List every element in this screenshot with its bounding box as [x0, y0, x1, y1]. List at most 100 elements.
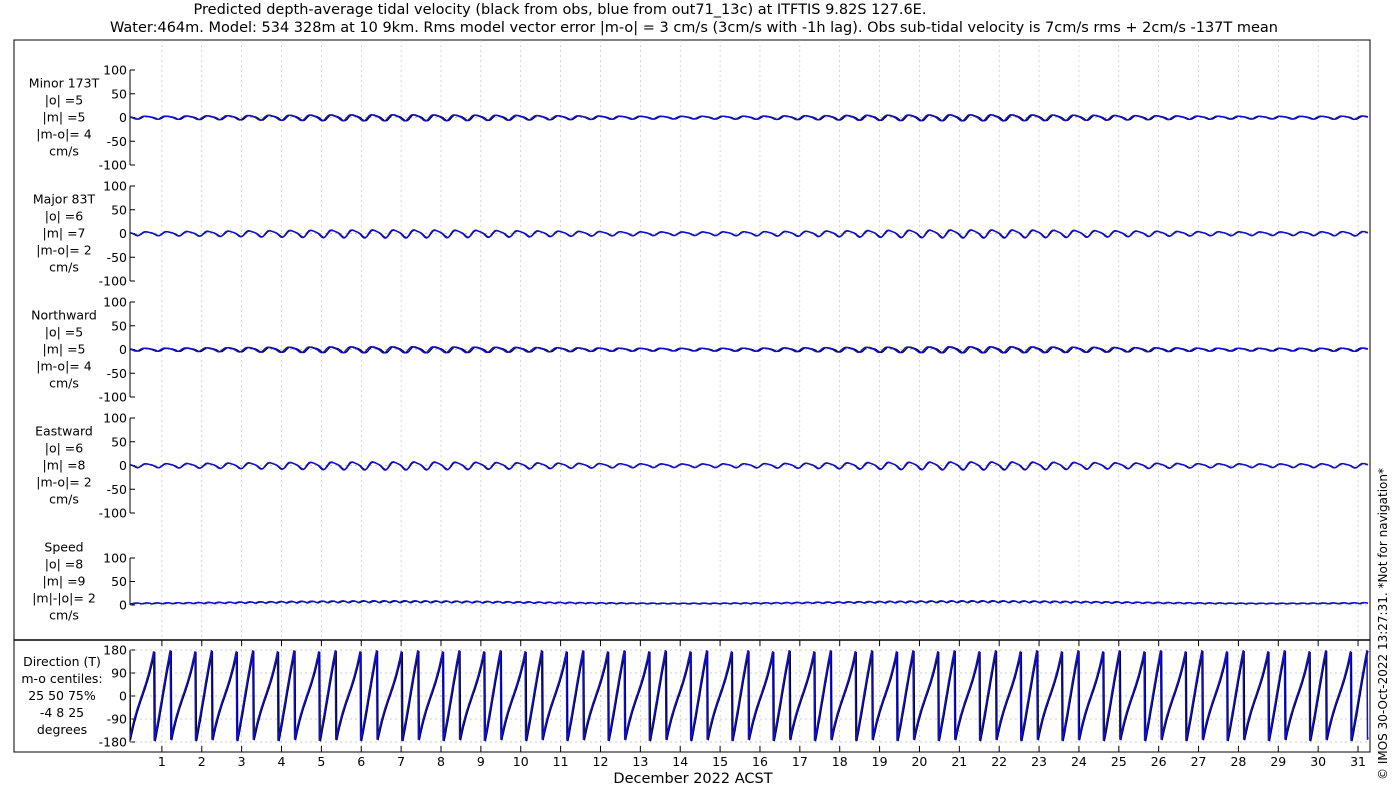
panel-label-line: cm/s [49, 260, 79, 275]
y-tick-label: 0 [119, 226, 127, 241]
series-line-model [129, 600, 1369, 605]
panel-label-line: |m-o|= 2 [36, 243, 91, 258]
panel-label-line: |o| =5 [45, 93, 83, 108]
x-tick-label: 22 [991, 754, 1007, 769]
copyright-notice: © IMOS 30-Oct-2022 13:27:31. *Not for na… [1376, 468, 1390, 780]
x-tick-label: 20 [911, 754, 927, 769]
x-tick-label: 3 [238, 754, 246, 769]
x-tick-label: 5 [317, 754, 325, 769]
x-tick-label: 30 [1310, 754, 1326, 769]
panel-direction: 180 90 0 -90 -180 Direction (T) m-o centiles: 2… [21, 643, 1369, 750]
x-tick-label: 18 [832, 754, 848, 769]
panel-eastward: 100 50 0 -50 -100 Eastward |o| =6 |m| =8 |m-o|= … [35, 411, 1369, 521]
panel-label-line: Major 83T [33, 192, 96, 207]
panel-northward: 100 50 0 -50 -100 Northward |o| =5 |m| =5 |m-o|=… [31, 295, 1369, 405]
panel-label-line: Speed [44, 540, 83, 555]
panel-label-line: |m| =5 [43, 342, 86, 357]
panel-label-line: -4 8 25 [40, 705, 84, 720]
series-line-model [129, 229, 1369, 239]
x-tick-label: 26 [1151, 754, 1167, 769]
x-tick-label: 1 [158, 754, 166, 769]
panel-label-line: Northward [31, 308, 97, 323]
y-tick-label: 180 [103, 643, 127, 658]
y-tick-label: 50 [111, 318, 127, 333]
x-tick-label: 24 [1071, 754, 1087, 769]
x-tick-label: 10 [513, 754, 529, 769]
x-tick-label: 19 [872, 754, 888, 769]
y-tick-label: 100 [103, 411, 127, 426]
x-tick-label: 11 [553, 754, 569, 769]
y-tick-label: 50 [111, 434, 127, 449]
panel-label-line: |m| =9 [43, 574, 86, 589]
y-tick-label: 0 [119, 598, 127, 613]
panel-label-line: |m-o|= 4 [36, 127, 91, 142]
x-tick-label: 16 [752, 754, 768, 769]
panel-label-line: Direction (T) [23, 654, 101, 669]
panel-label-line: degrees [37, 722, 87, 737]
x-tick-label: 31 [1350, 754, 1366, 769]
panel-label-line: 25 50 75% [28, 688, 96, 703]
x-tick-label: 12 [593, 754, 609, 769]
upper-axes-box [13, 39, 1371, 641]
y-tick-label: 0 [119, 110, 127, 125]
y-tick-label: 90 [111, 666, 127, 681]
x-tick-label: 29 [1270, 754, 1286, 769]
panel-label-line: |o| =6 [45, 441, 84, 456]
panel-label-line: |m-o|= 2 [36, 475, 91, 490]
panel-label-line: |m|-|o|= 2 [32, 591, 96, 606]
y-tick-label: 50 [111, 574, 127, 589]
panel-label-line: cm/s [49, 144, 79, 159]
y-tick-label: 0 [119, 689, 127, 704]
panel-label-line: Minor 173T [29, 76, 100, 91]
y-tick-label: 100 [103, 63, 127, 78]
panel-major: 100 50 0 -50 -100 Major 83T |o| =6 |m| =7 |m-o|=… [33, 179, 1369, 289]
x-tick-label: 8 [437, 754, 445, 769]
y-tick-label: -50 [107, 134, 127, 149]
y-tick-label: -100 [99, 274, 127, 289]
chart-title-line-2: Water:464m. Model: 534 328m at 10 9km. R… [110, 20, 1278, 36]
x-tick-label: 28 [1230, 754, 1246, 769]
y-tick-label: -90 [107, 712, 127, 727]
y-tick-label: -100 [99, 390, 127, 405]
y-tick-label: -50 [107, 366, 127, 381]
x-tick-label: 2 [198, 754, 206, 769]
panel-minor: 100 50 0 -50 -100 Minor 173T |o| =5 |m| =5 |m-o|… [29, 63, 1369, 173]
y-tick-label: -100 [99, 158, 127, 173]
chart-panels: 100 50 0 -50 -100 Minor 173T |o| =5 |m| =5 |m-o|… [21, 63, 1369, 750]
y-tick-label: 0 [119, 458, 127, 473]
x-tick-label: 7 [397, 754, 405, 769]
x-tick-label: 15 [712, 754, 728, 769]
y-tick-label: -50 [107, 250, 127, 265]
y-tick-label: 50 [111, 86, 127, 101]
y-tick-label: -180 [99, 735, 127, 750]
tidal-velocity-figure: Predicted depth-average tidal velocity (… [13, 2, 1390, 787]
x-tick-label: 9 [477, 754, 485, 769]
panel-label-line: cm/s [49, 608, 79, 623]
x-tick-label: 27 [1191, 754, 1207, 769]
x-tick-label: 13 [632, 754, 648, 769]
y-tick-label: 100 [103, 179, 127, 194]
panel-label-line: |m-o|= 4 [36, 359, 91, 374]
panel-label-line: cm/s [49, 492, 79, 507]
x-tick-label: 14 [672, 754, 688, 769]
panel-label-line: Eastward [35, 424, 93, 439]
panel-label-line: cm/s [49, 376, 79, 391]
y-tick-label: 100 [103, 551, 127, 566]
panel-label-line: |o| =8 [45, 557, 84, 572]
x-tick-label: 17 [792, 754, 808, 769]
y-tick-label: -50 [107, 482, 127, 497]
panel-label-line: |m| =5 [43, 110, 86, 125]
panel-label-line: |m| =7 [43, 226, 86, 241]
chart-title-line-1: Predicted depth-average tidal velocity (… [194, 2, 927, 18]
panel-label-line: |o| =5 [45, 325, 83, 340]
panel-speed: 100 50 0 Speed |o| =8 |m| =9 |m|-|o|= 2 cm/s [32, 540, 1369, 623]
y-tick-label: 0 [119, 342, 127, 357]
panel-label-line: |m| =8 [43, 458, 86, 473]
x-tick-label: 25 [1111, 754, 1127, 769]
x-tick-label: 23 [1031, 754, 1047, 769]
x-tick-label: 21 [951, 754, 967, 769]
y-tick-label: 50 [111, 202, 127, 217]
panel-label-line: m-o centiles: [21, 671, 102, 686]
x-axis-label: December 2022 ACST [613, 771, 772, 787]
y-tick-label: 100 [103, 295, 127, 310]
